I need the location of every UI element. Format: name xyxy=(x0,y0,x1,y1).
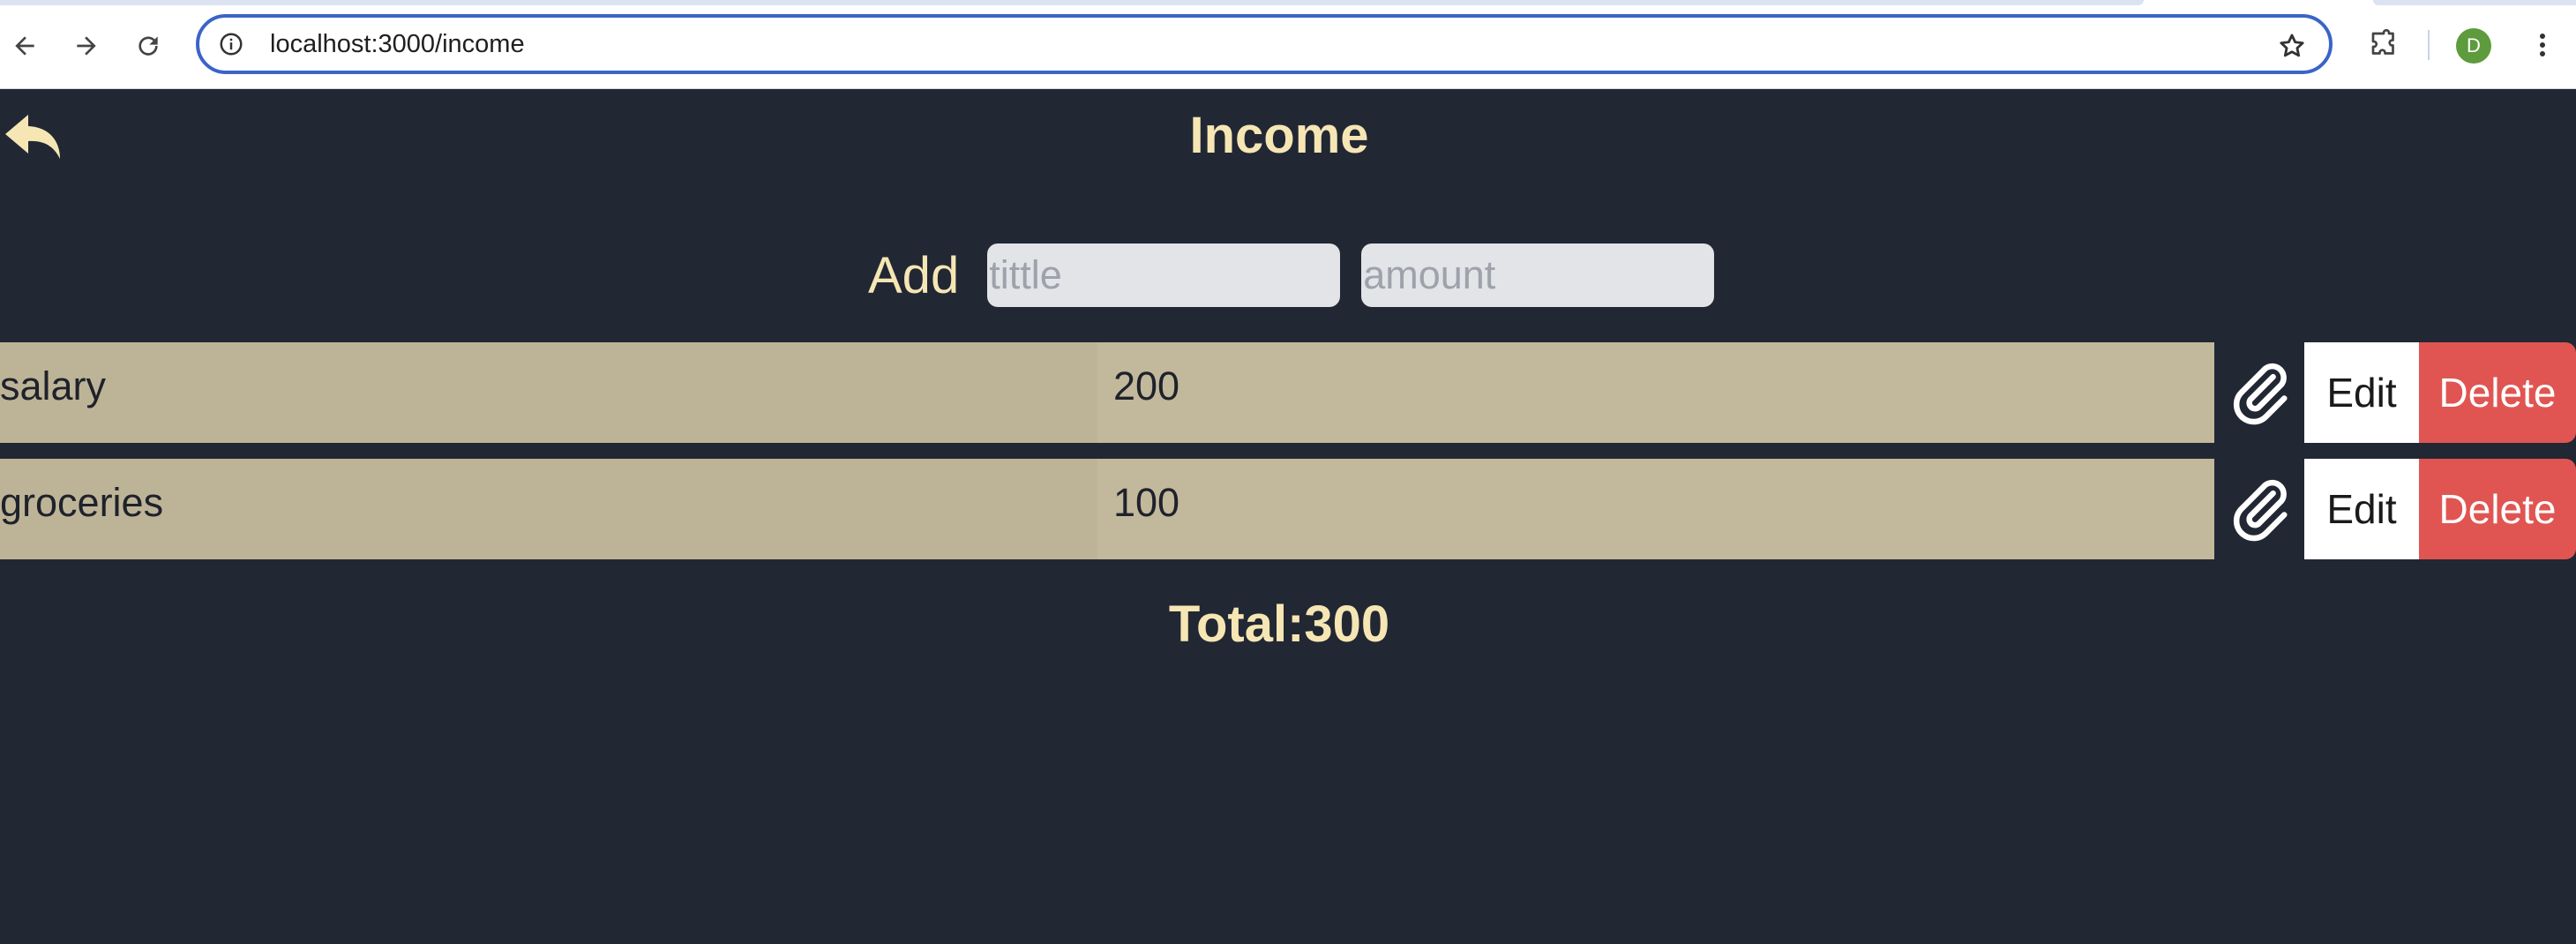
tab-strip-edge xyxy=(0,0,2144,5)
delete-button[interactable]: Delete xyxy=(2419,459,2576,559)
entry-title: groceries xyxy=(0,459,1097,559)
url-text: localhost:3000/income xyxy=(270,29,525,58)
edit-button[interactable]: Edit xyxy=(2304,459,2419,559)
toolbar-divider xyxy=(2428,30,2430,60)
add-label: Add xyxy=(868,246,960,304)
puzzle-icon[interactable] xyxy=(2361,21,2407,67)
address-bar[interactable]: localhost:3000/income xyxy=(196,14,2333,74)
add-entry-form: Add xyxy=(868,243,1715,307)
browser-toolbar: localhost:3000/income D xyxy=(0,0,2576,89)
paperclip-icon[interactable] xyxy=(2223,355,2297,431)
info-icon[interactable] xyxy=(215,28,247,60)
edit-button[interactable]: Edit xyxy=(2304,342,2419,443)
total-label: Total:300 xyxy=(1168,596,1390,653)
browser-forward-button[interactable] xyxy=(62,21,111,71)
page-title: Income xyxy=(1189,107,1369,164)
title-input[interactable] xyxy=(987,243,1341,307)
arrow-left-icon xyxy=(15,36,34,56)
amount-input[interactable] xyxy=(1361,243,1715,307)
profile-avatar[interactable]: D xyxy=(2456,28,2491,64)
star-icon[interactable] xyxy=(2274,28,2310,64)
browser-back-button[interactable] xyxy=(0,21,49,71)
entry-title: salary xyxy=(0,342,1097,443)
kebab-menu-icon[interactable] xyxy=(2525,23,2560,67)
browser-reload-button[interactable] xyxy=(124,21,173,71)
paperclip-icon[interactable] xyxy=(2223,471,2297,547)
reload-icon xyxy=(139,36,158,56)
delete-button[interactable]: Delete xyxy=(2419,342,2576,443)
list-item: groceries 100 Edit Delete xyxy=(0,459,2576,559)
tab-strip-edge-right xyxy=(2373,0,2576,5)
arrow-right-icon xyxy=(77,36,96,56)
entry-amount: 200 xyxy=(1097,342,2214,443)
list-item: salary 200 Edit Delete xyxy=(0,342,2576,443)
entry-amount: 100 xyxy=(1097,459,2214,559)
